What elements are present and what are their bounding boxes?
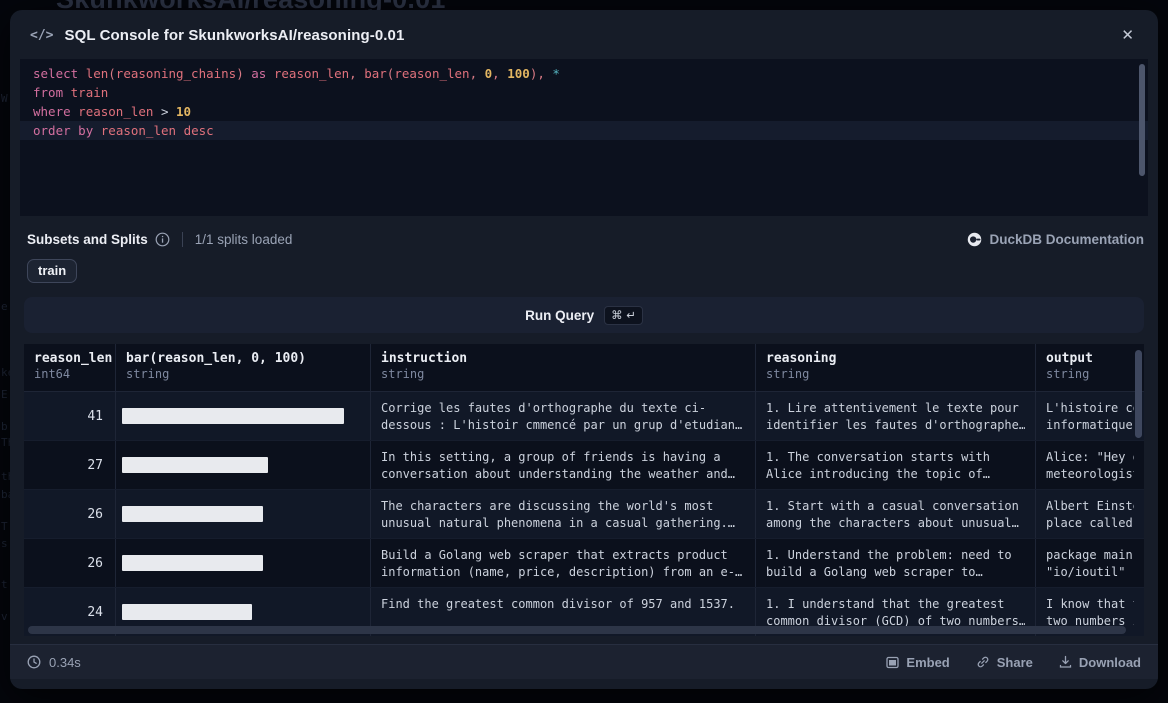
bar-fill: [122, 408, 344, 424]
duckdb-link-label: DuckDB Documentation: [989, 232, 1144, 247]
background-text-fragment: T: [1, 520, 8, 533]
embed-icon: [886, 656, 899, 669]
cell-reason-len: 41: [24, 392, 116, 440]
code-icon: </>: [30, 28, 53, 43]
share-label: Share: [997, 655, 1033, 670]
column-type: string: [1046, 367, 1134, 381]
cell-reason-len: 27: [24, 441, 116, 489]
sql-line[interactable]: where reason_len > 10: [20, 102, 1148, 121]
cell-instruction: Build a Golang web scraper that extracts…: [371, 539, 756, 587]
share-button[interactable]: Share: [976, 655, 1033, 670]
column-header-reason-len[interactable]: reason_lenint64: [24, 344, 116, 391]
share-link-icon: [976, 655, 990, 669]
table-row[interactable]: 27 In this setting, a group of friends is…: [24, 441, 1144, 490]
background-text-fragment: E: [1, 388, 8, 401]
cell-output: L'histoire coinformatique: [1036, 392, 1144, 440]
cell-reasoning: 1. Start with a casual conversationamong…: [756, 490, 1036, 538]
background-text-fragment: W: [1, 92, 8, 105]
sql-editor-lines: select len(reasoning_chains) as reason_l…: [20, 64, 1148, 140]
column-header-reasoning[interactable]: reasoningstring: [756, 344, 1036, 391]
cell-bar: [116, 490, 371, 538]
elapsed-label: 0.34s: [49, 655, 81, 670]
cell-output: Albert Einsteplace called: [1036, 490, 1144, 538]
table-horizontal-scrollbar[interactable]: [28, 626, 1126, 634]
sql-line-active[interactable]: order by reason_len desc: [20, 121, 1148, 140]
info-icon[interactable]: [155, 232, 170, 247]
cell-reason-len: 26: [24, 539, 116, 587]
modal-footer: 0.34s Embed Share: [10, 644, 1158, 679]
sql-console-modal: </> SQL Console for SkunkworksAI/reasoni…: [10, 10, 1158, 689]
cell-instruction: The characters are discussing the world'…: [371, 490, 756, 538]
bar-fill: [122, 555, 263, 571]
clock-icon: [27, 655, 41, 669]
sql-editor[interactable]: select len(reasoning_chains) as reason_l…: [20, 59, 1148, 216]
cell-reason-len: 26: [24, 490, 116, 538]
column-name: reasoning: [766, 351, 1025, 366]
sql-line[interactable]: from train: [20, 83, 1148, 102]
duckdb-documentation-link[interactable]: DuckDB Documentation: [967, 232, 1144, 247]
modal-title: SQL Console for SkunkworksAI/reasoning-0…: [64, 27, 404, 44]
query-elapsed-time: 0.34s: [27, 655, 81, 670]
background-text-fragment: v: [1, 610, 8, 623]
bar-fill: [122, 604, 252, 620]
column-type: string: [381, 367, 745, 381]
table-vertical-scrollbar[interactable]: [1135, 350, 1142, 438]
cell-instruction: In this setting, a group of friends is h…: [371, 441, 756, 489]
footer-actions: Embed Share Download: [886, 655, 1141, 670]
sql-line[interactable]: select len(reasoning_chains) as reason_l…: [20, 64, 1148, 83]
modal-header: </> SQL Console for SkunkworksAI/reasoni…: [10, 10, 1158, 58]
column-type: string: [766, 367, 1025, 381]
embed-button[interactable]: Embed: [886, 655, 949, 670]
column-name: output: [1046, 351, 1134, 366]
cell-instruction: Corrige les fautes d'orthographe du text…: [371, 392, 756, 440]
background-text-fragment: b: [1, 420, 8, 433]
column-header-output[interactable]: outputstring: [1036, 344, 1144, 391]
column-type: int64: [34, 367, 105, 381]
table-header-row: reason_lenint64bar(reason_len, 0, 100)st…: [24, 344, 1144, 392]
column-name: reason_len: [34, 351, 105, 366]
results-table: reason_lenint64bar(reason_len, 0, 100)st…: [24, 344, 1144, 636]
background-text-fragment: e: [1, 300, 8, 313]
cell-bar: [116, 539, 371, 587]
run-query-button[interactable]: Run Query ⌘ ↵: [24, 297, 1144, 333]
close-icon[interactable]: ✕: [1117, 24, 1138, 47]
download-button[interactable]: Download: [1059, 655, 1141, 670]
table-row[interactable]: 41 Corrige les fautes d'orthographe du te…: [24, 392, 1144, 441]
subsets-and-splits-row: Subsets and Splits 1/1 splits loaded Duc…: [27, 229, 1144, 249]
table-row[interactable]: 26 The characters are discussing the worl…: [24, 490, 1144, 539]
cell-reasoning: 1. Lire attentivement le texte pourident…: [756, 392, 1036, 440]
run-query-label: Run Query: [525, 308, 594, 323]
download-label: Download: [1079, 655, 1141, 670]
background-text-fragment: t: [1, 578, 8, 591]
splits-loaded-status: 1/1 splits loaded: [195, 232, 293, 247]
cell-reasoning: 1. Understand the problem: need tobuild …: [756, 539, 1036, 587]
cell-bar: [116, 392, 371, 440]
editor-vertical-scrollbar[interactable]: [1139, 64, 1145, 176]
column-name: instruction: [381, 351, 745, 366]
column-type: string: [126, 367, 360, 381]
cell-output: Alice: "Hey gmeteorologist: [1036, 441, 1144, 489]
cell-bar: [116, 441, 371, 489]
table-row[interactable]: 26 Build a Golang web scraper that extrac…: [24, 539, 1144, 588]
download-icon: [1059, 655, 1072, 669]
cell-output: package main"io/ioutil" ": [1036, 539, 1144, 587]
divider: [182, 232, 183, 247]
cell-reasoning: 1. The conversation starts withAlice int…: [756, 441, 1036, 489]
duckdb-icon: [967, 232, 982, 247]
column-header-instruction[interactable]: instructionstring: [371, 344, 756, 391]
bar-fill: [122, 506, 263, 522]
split-chips: train: [27, 259, 1144, 283]
embed-label: Embed: [906, 655, 949, 670]
bar-fill: [122, 457, 268, 473]
background-text-fragment: s: [1, 537, 8, 550]
keyboard-shortcut-badge: ⌘ ↵: [604, 306, 643, 325]
table-body: 41 Corrige les fautes d'orthographe du te…: [24, 392, 1144, 636]
subsets-label: Subsets and Splits: [27, 232, 148, 247]
split-chip-train[interactable]: train: [27, 259, 77, 283]
column-header-bar-reason-len-0-100-[interactable]: bar(reason_len, 0, 100)string: [116, 344, 371, 391]
column-name: bar(reason_len, 0, 100): [126, 351, 360, 366]
